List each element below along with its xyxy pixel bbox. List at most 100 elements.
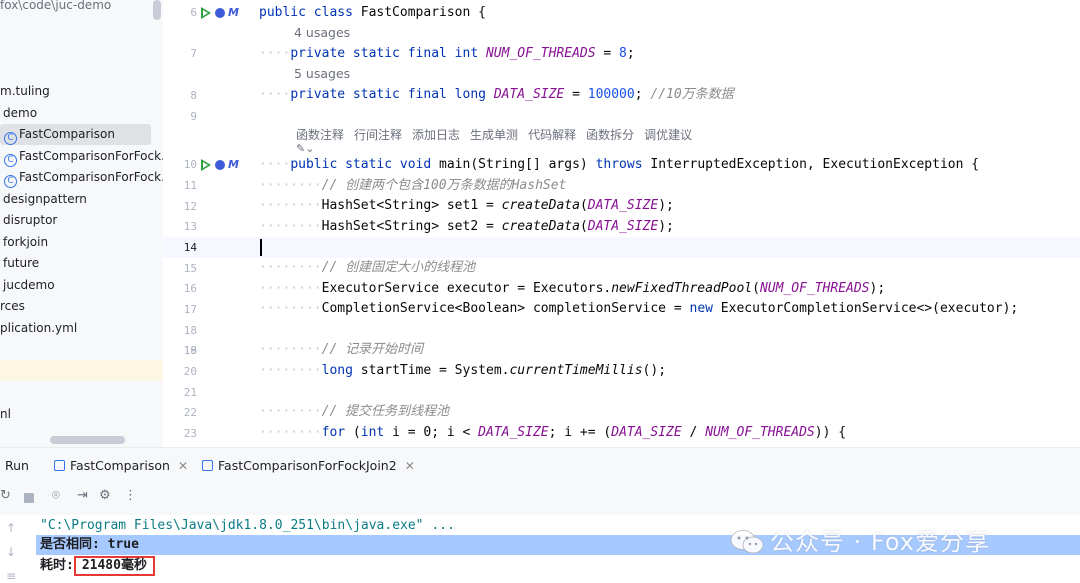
sidebar-scrollbar[interactable] — [153, 0, 161, 20]
tree-item-label: future — [3, 256, 40, 270]
tree-item-package[interactable]: jucdemo — [0, 275, 163, 296]
tree-item-package[interactable]: demo — [0, 103, 163, 124]
ai-action-line-comment[interactable]: 行间注释 — [354, 128, 402, 142]
code-type: CompletionService<Boolean> — [321, 301, 526, 316]
tree-item-folder[interactable]: rces — [0, 296, 163, 317]
tree-item-class[interactable]: C FastComparisonForFock... — [0, 167, 163, 188]
line-number: 7 — [190, 47, 197, 60]
keyword: private static final int — [290, 46, 479, 61]
tree-item-package[interactable]: future — [0, 253, 163, 274]
tree-item-highlighted[interactable] — [0, 360, 163, 381]
run-tabs-bar: Run FastComparison ✕ FastComparisonForFoc… — [0, 448, 1080, 484]
code-line-13[interactable]: ········HashSet<String> set2 = createDat… — [259, 217, 674, 237]
code-line-19[interactable]: ········// 记录开始时间 — [259, 340, 423, 360]
sidebar-horizontal-scrollbar[interactable] — [50, 436, 125, 444]
close-icon[interactable]: ✕ — [178, 459, 188, 473]
line-number: 10 — [183, 158, 197, 171]
usages-hint[interactable]: 4 usages — [294, 25, 350, 40]
run-toolbar: ↻ ⌾ ⇥ ⚙ ⋮ — [0, 488, 160, 510]
rerun-icon[interactable]: ↻ — [0, 488, 11, 503]
tab-fastcomparison[interactable]: FastComparison ✕ — [54, 458, 188, 473]
more-options-icon[interactable]: ⋮ — [124, 488, 137, 503]
screenshot-icon[interactable]: ⌾ — [52, 488, 60, 503]
tree-item-label: jucdemo — [3, 278, 55, 292]
code-line-17[interactable]: ········CompletionService<Boolean> compl… — [259, 299, 1018, 319]
tree-item-file[interactable]: plication.yml — [0, 318, 163, 339]
line-number: 17 — [183, 303, 197, 316]
code-line-11[interactable]: ········// 创建两个包含100万条数据的HashSet — [259, 176, 566, 196]
code-text: ; i += ( — [548, 425, 612, 440]
run-tool-window: Run FastComparison ✕ FastComparisonForFoc… — [0, 447, 1080, 583]
code-comment: // 创建两个包含100万条数据的HashSet — [321, 178, 567, 193]
code-line-7[interactable]: ····private static final int NUM_OF_THRE… — [259, 44, 635, 64]
ai-action-split-function[interactable]: 函数拆分 — [586, 128, 634, 142]
result-value: true — [107, 537, 139, 552]
scroll-down-icon[interactable]: ↓ — [6, 545, 16, 559]
code-line-6[interactable]: public class FastComparison { — [259, 3, 486, 23]
ai-action-add-log[interactable]: 添加日志 — [412, 128, 460, 142]
ai-dropdown-icon[interactable]: ✎⌄ — [296, 142, 314, 155]
tree-item-package[interactable]: designpattern — [0, 189, 163, 210]
project-sidebar: fox\code\juc-demo m.tuling demo C FastCom… — [0, 0, 163, 447]
line-number: 15 — [183, 262, 197, 275]
tab-fastcomparisonforfockjoin2[interactable]: FastComparisonForFockJoin2 ✕ — [202, 458, 415, 473]
close-icon[interactable]: ✕ — [405, 459, 415, 473]
tree-item-label: nl — [0, 407, 11, 421]
usages-hint[interactable]: 5 usages — [294, 66, 350, 81]
class-icon: C — [4, 154, 17, 167]
code-line-23[interactable]: ········for (int i = 0; i < DATA_SIZE; i… — [259, 423, 846, 443]
code-editor[interactable]: 6 7 8 9 10 11 12 13 14 15 16 17 18 18 19… — [163, 0, 1080, 447]
bean-icon[interactable] — [215, 8, 225, 18]
scroll-up-icon[interactable]: ↑ — [6, 521, 16, 535]
tree-item-package[interactable]: forkjoin — [0, 232, 163, 253]
ai-action-bar: 函数注释 行间注释 添加日志 生成单测 代码解释 函数拆分 调优建议 — [296, 126, 702, 143]
ai-assistant-icon[interactable]: M — [228, 158, 239, 171]
code-line-22[interactable]: ········// 提交任务到线程池 — [259, 402, 449, 422]
code-text: ; — [634, 87, 643, 102]
tree-item-package[interactable]: disruptor — [0, 210, 163, 231]
tree-item-package[interactable]: m.tuling — [0, 81, 163, 102]
code-line-16[interactable]: ········ExecutorService executor = Execu… — [259, 279, 885, 299]
code-text: set1 = — [439, 198, 502, 213]
keyword: long — [321, 363, 353, 378]
code-line-8[interactable]: ····private static final long DATA_SIZE … — [259, 85, 734, 105]
run-play-icon[interactable] — [201, 7, 211, 19]
code-text: ); — [658, 198, 674, 213]
code-line-10[interactable]: ····public static void main(String[] arg… — [259, 155, 979, 175]
wrap-icon[interactable]: ≡ — [6, 569, 16, 583]
settings-icon[interactable]: ⚙ — [99, 488, 111, 503]
ai-assistant-icon[interactable]: M — [228, 6, 239, 19]
line-number: 18 — [183, 324, 197, 337]
code-line-12[interactable]: ········HashSet<String> set1 = createDat… — [259, 196, 674, 216]
ai-action-explain-code[interactable]: 代码解释 — [528, 128, 576, 142]
class-name: FastComparison — [360, 5, 471, 20]
code-text: InterruptedException, ExecutionException… — [642, 157, 980, 172]
constant: NUM_OF_THREADS — [485, 46, 596, 61]
code-comment: // 创建固定大小的线程池 — [321, 260, 476, 275]
code-text: ExecutorCompletionService<>(executor); — [712, 301, 1019, 316]
line-number: 21 — [183, 386, 197, 399]
tree-item-label: m.tuling — [0, 84, 50, 98]
code-comment: // 记录开始时间 — [321, 342, 424, 357]
line-number: 19 — [183, 344, 197, 357]
code-line-15[interactable]: ········// 创建固定大小的线程池 — [259, 258, 475, 278]
tree-item-file[interactable]: nl — [0, 404, 163, 425]
tree-item-fastcomparison[interactable]: C FastComparison — [0, 124, 151, 145]
run-play-icon[interactable] — [201, 159, 211, 171]
code-text: main(String[] args) — [431, 157, 596, 172]
code-text: set2 = — [439, 219, 502, 234]
line-number: 13 — [183, 220, 197, 233]
constant: NUM_OF_THREADS — [759, 281, 870, 296]
code-comment: //10万条数据 — [650, 87, 734, 102]
bean-icon[interactable] — [215, 160, 225, 170]
export-icon[interactable]: ⇥ — [77, 488, 88, 503]
ai-action-tuning-suggestion[interactable]: 调优建议 — [644, 128, 692, 142]
stop-icon[interactable] — [24, 493, 34, 503]
tree-item-class[interactable]: C FastComparisonForFock... — [0, 146, 163, 167]
keyword: int — [360, 425, 385, 440]
code-text: ); — [658, 219, 674, 234]
code-line-20[interactable]: ········long startTime = System.currentT… — [259, 361, 666, 381]
ai-action-generate-test[interactable]: 生成单测 — [470, 128, 518, 142]
ai-action-function-comment[interactable]: 函数注释 — [296, 128, 344, 142]
code-type: ExecutorService — [321, 281, 440, 296]
